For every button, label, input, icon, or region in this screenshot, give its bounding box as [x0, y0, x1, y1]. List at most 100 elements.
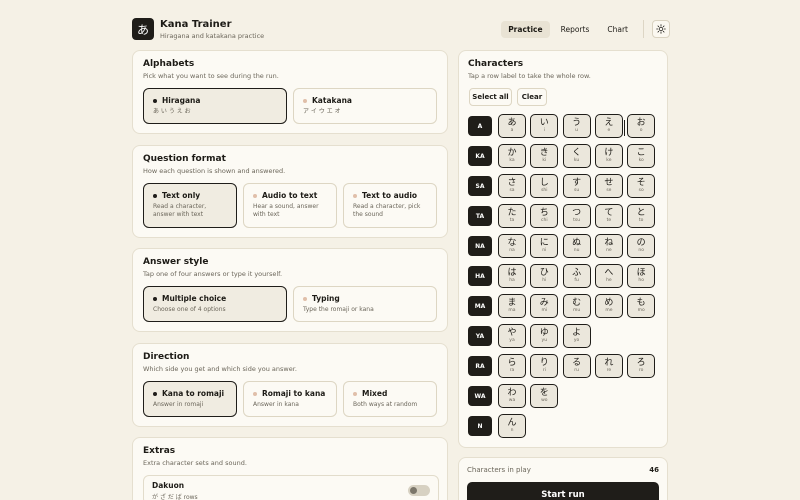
kana-cell[interactable]: おo	[627, 114, 656, 138]
kana-cell[interactable]: へ he	[594, 264, 623, 288]
kana-cell[interactable]: し shi	[530, 174, 559, 198]
kana-cell[interactable]: む mu	[562, 294, 591, 318]
kana-cell[interactable]: も mo	[627, 294, 656, 318]
option-text-only[interactable]: Text only Read a character, answer with …	[143, 183, 237, 228]
row-label-button[interactable]: WA	[468, 386, 492, 406]
kana-cell[interactable]: や ya	[498, 324, 526, 348]
kana-cell[interactable]: き ki	[530, 144, 559, 168]
kana-cell[interactable]: に ni	[530, 234, 559, 258]
row-label-button[interactable]: KA	[468, 146, 492, 166]
start-run-button[interactable]: Start run	[467, 482, 659, 500]
option-sub: Read a character, answer with text	[153, 203, 207, 219]
row-label-button[interactable]: MA	[468, 296, 492, 316]
kana-cell[interactable]: うu	[562, 114, 591, 138]
dakuon-toggle[interactable]	[408, 485, 430, 496]
kana-cell[interactable]: す su	[562, 174, 591, 198]
option-katakana[interactable]: Katakana ア イ ウ エ オ	[293, 88, 437, 124]
kana-cell[interactable]: よ yo	[562, 324, 591, 348]
kana-cell[interactable]: み mi	[530, 294, 559, 318]
tab-chart[interactable]: Chart	[600, 21, 635, 38]
option-kana-to-romaji[interactable]: Kana to romaji Answer in romaji	[143, 381, 237, 417]
kana-cell[interactable]: そ so	[627, 174, 656, 198]
kana-cell[interactable]: ち chi	[530, 204, 559, 228]
option-text-to-audio[interactable]: Text to audio Read a character, pick the…	[343, 183, 437, 228]
select-all-button[interactable]: Select all	[469, 88, 512, 106]
theme-toggle-button[interactable]	[652, 20, 670, 38]
kana-romaji: ma	[508, 307, 516, 313]
kana-cell[interactable]: わ wa	[498, 384, 526, 408]
row-label-button[interactable]: RA	[468, 356, 492, 376]
kana-cell[interactable]: ら ra	[498, 354, 526, 378]
extra-dakuon-row[interactable]: Dakuon が ざ だ ば rows	[143, 475, 439, 500]
option-label: Mixed	[362, 389, 388, 398]
kana-cell[interactable]: た ta	[498, 204, 526, 228]
tab-practice[interactable]: Practice	[501, 20, 550, 38]
extras-card: Extras Extra character sets and sound. D…	[132, 437, 448, 500]
kana-cell[interactable]: ゆ yu	[530, 324, 559, 348]
kana-glyph: ま	[507, 297, 517, 308]
row-label-button[interactable]: HA	[468, 266, 492, 286]
option-mixed[interactable]: Mixed Both ways at random	[343, 381, 437, 417]
kana-cell[interactable]: ひ hi	[530, 264, 559, 288]
kana-cell[interactable]: んn	[498, 414, 526, 438]
kana-glyph: ぬ	[572, 237, 582, 248]
kana-cell[interactable]: り ri	[530, 354, 559, 378]
tab-reports[interactable]: Reports	[554, 21, 597, 38]
kana-cell[interactable]: ま ma	[498, 294, 526, 318]
toggle-knob	[410, 487, 417, 494]
option-multiple-choice[interactable]: Multiple choice Choose one of 4 options	[143, 286, 287, 322]
kana-cell[interactable]: な na	[498, 234, 526, 258]
answer-style-card: Answer style Tap one of four answers or …	[132, 248, 448, 332]
kana-cell[interactable]: け ke	[594, 144, 623, 168]
dot-icon	[253, 193, 257, 198]
extra-dakuon-sub: が ざ だ ば rows	[152, 494, 198, 500]
option-audio-to-text[interactable]: Audio to text Hear a sound, answer with …	[243, 183, 337, 228]
row-label-button[interactable]: SA	[468, 176, 492, 196]
kana-cell[interactable]: ぬ nu	[562, 234, 591, 258]
kana-cell[interactable]: く ku	[562, 144, 591, 168]
kana-cell[interactable]: つ tsu	[562, 204, 591, 228]
row-label-button[interactable]: TA	[468, 206, 492, 226]
kana-cell[interactable]: いi	[530, 114, 559, 138]
kana-cell[interactable]: ろ ro	[627, 354, 656, 378]
kana-cell[interactable]: を wo	[530, 384, 559, 408]
dot-icon	[353, 193, 357, 198]
row-label-button[interactable]: A	[468, 116, 492, 136]
kana-cell[interactable]: は ha	[498, 264, 526, 288]
kana-cell[interactable]: あa	[498, 114, 526, 138]
kana-cell[interactable]: せ se	[594, 174, 623, 198]
option-hiragana[interactable]: Hiragana あ い う え お	[143, 88, 287, 124]
kana-cell[interactable]: ほ ho	[627, 264, 656, 288]
kana-romaji: ne	[606, 247, 612, 253]
kana-romaji: su	[573, 187, 580, 193]
kana-glyph: け	[604, 147, 614, 158]
option-romaji-to-kana[interactable]: Romaji to kana Answer in kana	[243, 381, 337, 417]
kana-cell[interactable]: の no	[627, 234, 656, 258]
kana-glyph: あ	[507, 117, 517, 128]
app-title: Kana Trainer	[160, 19, 232, 30]
kana-cell[interactable]: こ ko	[627, 144, 656, 168]
kana-row: RA ら ra り ri る ru れ re ろ ro	[468, 354, 659, 378]
kana-romaji: i	[543, 127, 545, 133]
kana-cell[interactable]: て te	[594, 204, 623, 228]
kana-cell[interactable]: えe	[594, 114, 623, 138]
kana-cell[interactable]: る ru	[562, 354, 591, 378]
kana-cell[interactable]: ね ne	[594, 234, 623, 258]
row-label-button[interactable]: YA	[468, 326, 492, 346]
row-label-button[interactable]: N	[468, 416, 492, 436]
option-typing[interactable]: Typing Type the romaji or kana	[293, 286, 437, 322]
option-sub: Read a character, pick the sound	[353, 203, 421, 219]
kana-cell[interactable]: ふ fu	[562, 264, 591, 288]
kana-romaji: a	[510, 127, 514, 133]
kana-cell[interactable]: と to	[627, 204, 656, 228]
kana-cell[interactable]: れ re	[594, 354, 623, 378]
row-label-button[interactable]: NA	[468, 236, 492, 256]
sun-icon	[656, 24, 666, 34]
kana-cell[interactable]: さ sa	[498, 174, 526, 198]
question-format-title: Question format	[143, 154, 226, 164]
kana-romaji: wa	[508, 397, 516, 403]
kana-cell[interactable]: め me	[594, 294, 623, 318]
kana-romaji: ni	[542, 247, 547, 253]
kana-cell[interactable]: か ka	[498, 144, 526, 168]
clear-button[interactable]: Clear	[517, 88, 547, 106]
